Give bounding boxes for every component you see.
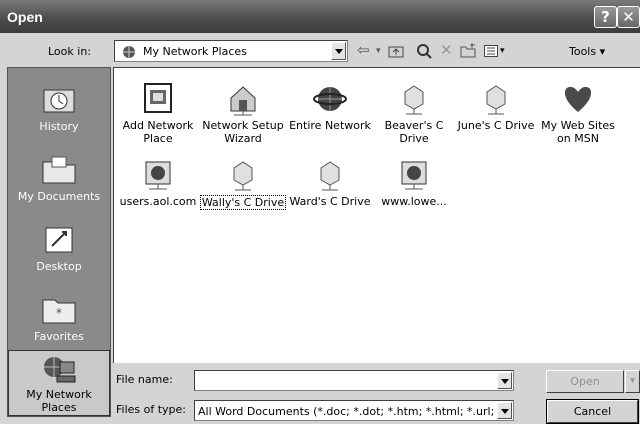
network-drive-icon [404, 85, 424, 115]
list-item-label: June's C Drive [457, 119, 535, 132]
file-name-label: File name: [116, 373, 173, 386]
cancel-button[interactable]: Cancel [546, 399, 639, 424]
list-item-users-aol[interactable]: users.aol.com [114, 158, 202, 208]
places-bar: History My Documents Desktop * Favorites… [7, 67, 111, 417]
history-icon [43, 89, 75, 113]
chevron-down-icon[interactable] [497, 402, 512, 419]
file-name-input[interactable] [194, 370, 514, 391]
place-label: Desktop [36, 260, 82, 273]
network-drive-icon [320, 161, 340, 191]
list-item-label: Ward's C Drive [289, 195, 371, 208]
look-in-label: Look in: [48, 45, 91, 58]
list-item-label: Add Network Place [122, 119, 194, 145]
network-drive-icon [486, 85, 506, 115]
list-item-wallys-c-drive[interactable]: Wally's C Drive [199, 158, 287, 210]
my-documents-icon [42, 156, 76, 184]
place-label: My Documents [17, 190, 101, 203]
open-menu-button[interactable]: ▾ [625, 370, 640, 393]
views-icon[interactable] [484, 45, 498, 57]
views-menu-icon[interactable]: ▾ [500, 46, 505, 56]
entire-network-icon [313, 87, 347, 111]
chevron-down-icon[interactable] [497, 372, 512, 389]
list-item-add-network-place[interactable]: Add Network Place [114, 82, 202, 145]
window-title: Open [7, 9, 43, 25]
list-item-label: www.lowe... [381, 195, 447, 208]
title-bar: Open ? ✕ [0, 0, 640, 33]
back-menu-icon[interactable]: ▾ [376, 46, 381, 56]
network-drive-icon [233, 161, 253, 191]
file-type-label: Files of type: [116, 403, 187, 416]
chevron-down-icon[interactable] [331, 42, 346, 60]
list-item-network-setup-wizard[interactable]: Network Setup Wizard [199, 82, 287, 145]
file-type-dropdown[interactable]: All Word Documents (*.doc; *.dot; *.htm;… [194, 400, 514, 421]
list-item-beavers-c-drive[interactable]: Beaver's C Drive [370, 82, 458, 145]
file-type-value: All Word Documents (*.doc; *.dot; *.htm;… [198, 405, 495, 418]
favorites-icon: * [42, 299, 76, 324]
web-folder-icon [145, 161, 171, 190]
place-label: Favorites [34, 330, 84, 343]
add-network-place-icon [144, 83, 172, 113]
tools-menu[interactable]: Tools ▾ [569, 45, 605, 58]
msn-icon [564, 86, 592, 112]
list-item-label: My Web Sites on MSN [541, 119, 615, 145]
place-label: History [39, 120, 79, 133]
list-item-label: Network Setup Wizard [202, 119, 284, 145]
list-item-label: users.aol.com [119, 195, 197, 208]
network-setup-icon [230, 86, 256, 116]
delete-icon[interactable]: ✕ [440, 41, 453, 59]
list-item-wards-c-drive[interactable]: Ward's C Drive [286, 158, 374, 208]
close-button[interactable]: ✕ [617, 6, 640, 28]
list-item-entire-network[interactable]: Entire Network [286, 82, 374, 132]
file-list: Add Network Place Network Setup Wizard E… [113, 67, 640, 363]
place-favorites[interactable]: * Favorites [8, 288, 110, 358]
svg-text:*: * [56, 306, 62, 320]
place-my-network-places[interactable]: My Network Places [8, 350, 110, 416]
look-in-value: My Network Places [143, 45, 247, 58]
desktop-icon [45, 227, 73, 253]
list-item-my-web-sites-msn[interactable]: My Web Sites on MSN [534, 82, 622, 145]
place-my-documents[interactable]: My Documents [8, 148, 110, 218]
web-folder-icon [401, 161, 427, 190]
list-item-label: Entire Network [289, 119, 371, 132]
list-item-junes-c-drive[interactable]: June's C Drive [452, 82, 540, 132]
search-web-icon[interactable] [416, 43, 432, 59]
list-item-label: Beaver's C Drive [384, 119, 444, 145]
new-folder-icon[interactable] [460, 43, 476, 58]
list-item-label: Wally's C Drive [199, 195, 287, 210]
network-places-icon [123, 46, 135, 58]
help-button[interactable]: ? [594, 6, 617, 28]
list-item-www-lowe[interactable]: www.lowe... [370, 158, 458, 208]
place-label: My Network Places [26, 388, 92, 414]
back-icon[interactable]: ⇦ [357, 41, 370, 59]
look-in-dropdown[interactable]: My Network Places [114, 40, 348, 62]
open-button[interactable]: Open [546, 370, 624, 393]
up-folder-icon[interactable] [388, 44, 404, 58]
network-places-icon [44, 357, 76, 383]
place-desktop[interactable]: Desktop [8, 218, 110, 288]
place-history[interactable]: History [8, 78, 110, 148]
